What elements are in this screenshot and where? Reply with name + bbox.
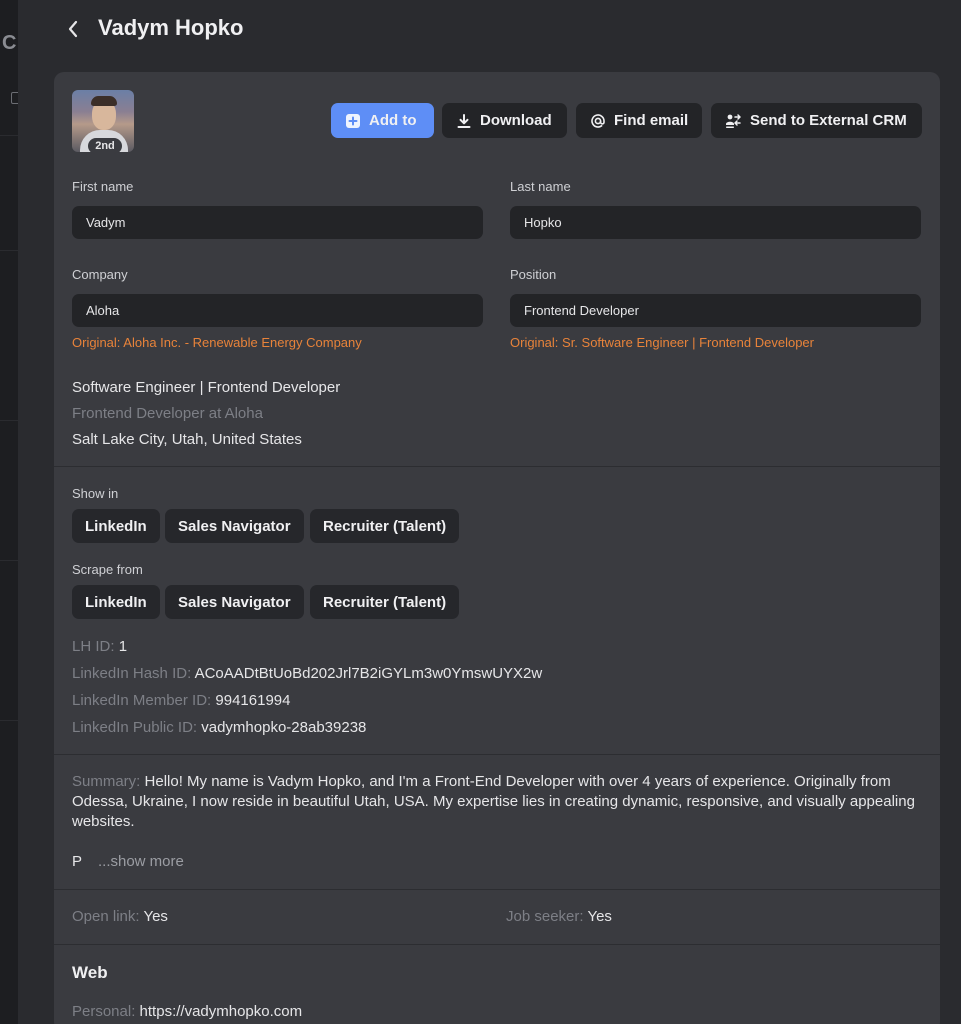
profile-card: 2nd Add to Download Find email Send to E…: [54, 72, 940, 1024]
job-seeker-value: Yes: [587, 908, 612, 925]
summary-truncated-start: P: [72, 853, 83, 870]
open-link-value: Yes: [143, 908, 168, 925]
users-transfer-icon: [726, 113, 741, 128]
scrape-from-label: Scrape from: [72, 562, 143, 577]
send-to-crm-button[interactable]: Send to External CRM: [711, 103, 922, 138]
at-sign-icon: [591, 113, 605, 128]
first-name-field[interactable]: Vadym: [72, 206, 483, 239]
linkedin-public-id-label: LinkedIn Public ID:: [72, 719, 198, 736]
scrape-from-recruiter-chip[interactable]: Recruiter (Talent): [310, 585, 460, 619]
chevron-left-icon: [68, 20, 78, 38]
background-app-letter: C: [2, 32, 17, 54]
background-divider: [0, 560, 18, 561]
personal-website-row: Personal: https://vadymhopko.com: [72, 1003, 302, 1020]
find-email-button[interactable]: Find email: [576, 103, 702, 138]
background-divider: [0, 720, 18, 721]
add-to-label: Add to: [369, 112, 417, 129]
lh-id-label: LH ID:: [72, 638, 115, 655]
summary-body: Hello! My name is Vadym Hopko, and I'm a…: [72, 773, 915, 830]
show-in-linkedin-chip[interactable]: LinkedIn: [72, 509, 160, 543]
personal-website-label: Personal:: [72, 1003, 136, 1020]
show-in-recruiter-chip[interactable]: Recruiter (Talent): [310, 509, 460, 543]
open-link-row: Open link: Yes: [72, 908, 168, 925]
headline-subtitle: Frontend Developer at Aloha: [72, 405, 263, 422]
find-email-label: Find email: [614, 112, 689, 129]
send-to-crm-label: Send to External CRM: [750, 112, 907, 129]
last-name-label: Last name: [510, 179, 571, 194]
location-text: Salt Lake City, Utah, United States: [72, 431, 302, 448]
scrape-from-linkedin-chip[interactable]: LinkedIn: [72, 585, 160, 619]
background-app: C: [0, 0, 18, 1024]
linkedin-member-id-label: LinkedIn Member ID:: [72, 692, 212, 709]
section-divider: [54, 466, 940, 467]
summary-text: Summary: Hello! My name is Vadym Hopko, …: [72, 772, 922, 832]
download-button[interactable]: Download: [442, 103, 567, 138]
show-in-sales-navigator-chip[interactable]: Sales Navigator: [165, 509, 304, 543]
position-label: Position: [510, 267, 557, 282]
headline-title: Software Engineer | Frontend Developer: [72, 379, 341, 396]
add-to-button[interactable]: Add to: [331, 103, 434, 138]
back-button[interactable]: [62, 16, 84, 42]
download-label: Download: [480, 112, 552, 129]
lh-id-row: LH ID: 1: [72, 638, 127, 655]
position-field[interactable]: Frontend Developer: [510, 294, 921, 327]
linkedin-member-id-row: LinkedIn Member ID: 994161994: [72, 692, 291, 709]
web-section-title: Web: [72, 963, 108, 982]
linkedin-member-id-value: 994161994: [215, 692, 291, 709]
linkedin-hash-id-row: LinkedIn Hash ID: ACoAADtBtUoBd202Jrl7B2…: [72, 665, 542, 682]
personal-website-link[interactable]: https://vadymhopko.com: [140, 1003, 303, 1020]
page-title: Vadym Hopko: [98, 15, 244, 40]
background-divider: [0, 135, 18, 136]
company-field[interactable]: Aloha: [72, 294, 483, 327]
position-original-text: Original: Sr. Software Engineer | Fronte…: [510, 335, 814, 350]
connection-degree-badge: 2nd: [88, 138, 122, 154]
background-checkbox: [11, 92, 18, 104]
profile-drawer: Vadym Hopko 2nd Add to Download Find ema…: [18, 0, 961, 1024]
drawer-header: Vadym Hopko: [18, 0, 961, 58]
linkedin-public-id-row: LinkedIn Public ID: vadymhopko-28ab39238: [72, 719, 366, 736]
background-divider: [0, 250, 18, 251]
linkedin-public-id-value: vadymhopko-28ab39238: [201, 719, 367, 736]
linkedin-hash-id-value: ACoAADtBtUoBd202Jrl7B2iGYLm3w0YmswUYX2w: [194, 665, 543, 682]
summary-label: Summary:: [72, 773, 141, 790]
open-link-label: Open link:: [72, 908, 140, 925]
show-in-label: Show in: [72, 486, 119, 501]
download-icon: [457, 113, 471, 128]
show-more-link[interactable]: ...show more: [98, 853, 184, 870]
job-seeker-label: Job seeker:: [506, 908, 584, 925]
plus-square-icon: [346, 113, 360, 128]
section-divider: [54, 889, 940, 890]
company-original-text: Original: Aloha Inc. - Renewable Energy …: [72, 335, 362, 350]
scrape-from-sales-navigator-chip[interactable]: Sales Navigator: [165, 585, 304, 619]
last-name-field[interactable]: Hopko: [510, 206, 921, 239]
background-divider: [0, 420, 18, 421]
company-label: Company: [72, 267, 128, 282]
section-divider: [54, 754, 940, 755]
job-seeker-row: Job seeker: Yes: [506, 908, 612, 925]
first-name-label: First name: [72, 179, 134, 194]
section-divider: [54, 944, 940, 945]
lh-id-value: 1: [118, 638, 128, 655]
linkedin-hash-id-label: LinkedIn Hash ID:: [72, 665, 192, 682]
